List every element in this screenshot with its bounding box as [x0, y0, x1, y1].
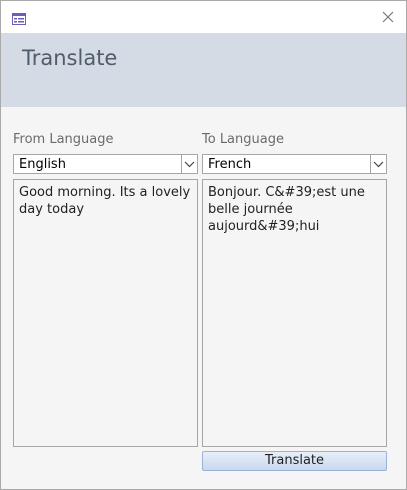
translated-text-output[interactable]: Bonjour. C&#39;est une belle journée auj…: [202, 179, 387, 447]
close-icon[interactable]: [380, 9, 396, 25]
to-language-value: French: [208, 157, 252, 172]
chevron-down-icon[interactable]: [370, 155, 386, 173]
from-language-select[interactable]: English: [13, 154, 198, 174]
app-window: Translate From Language To Language Engl…: [0, 0, 407, 490]
page-title: Translate: [22, 46, 118, 70]
form-header: Translate: [1, 33, 406, 107]
from-language-value: English: [19, 157, 66, 172]
form-icon: [12, 10, 26, 25]
from-language-label: From Language: [13, 132, 114, 147]
source-text-input[interactable]: Good morning. Its a lovely day today: [13, 179, 198, 447]
chevron-down-icon[interactable]: [181, 155, 197, 173]
translate-button[interactable]: Translate: [202, 451, 387, 471]
to-language-select[interactable]: French: [202, 154, 387, 174]
title-bar: [1, 1, 406, 33]
to-language-label: To Language: [202, 132, 284, 147]
